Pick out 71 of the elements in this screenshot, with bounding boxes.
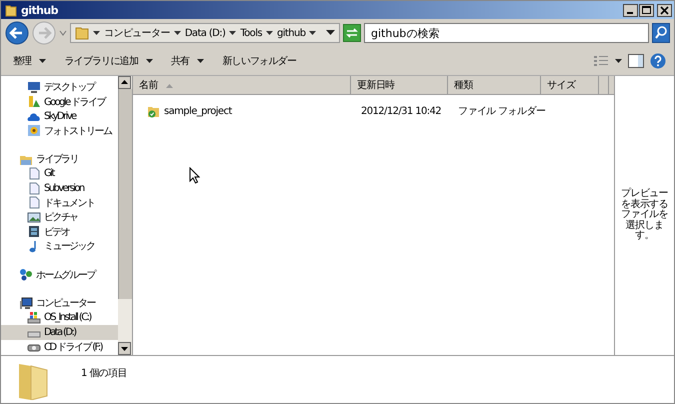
caret-icon[interactable] — [326, 30, 335, 36]
dropdown-icon[interactable] — [59, 29, 67, 37]
sidebar-item[interactable]: ホームグループ — [1, 268, 118, 282]
breadcrumb-item[interactable]: コンピューター — [104, 26, 170, 40]
window-title: github — [21, 4, 58, 16]
picture-icon — [27, 210, 41, 224]
toolbar-button[interactable]: 整理 — [7, 52, 52, 70]
close-icon[interactable] — [657, 4, 672, 16]
scrollbar[interactable] — [118, 76, 132, 355]
photo-icon — [27, 124, 41, 138]
caret-icon[interactable] — [174, 30, 181, 36]
minimize-icon[interactable] — [623, 4, 638, 16]
folder-icon — [5, 4, 17, 16]
breadcrumb-item[interactable]: Data (D:) — [184, 28, 226, 38]
preview-message: プレビューを表示するファイルを選択します。 — [620, 189, 669, 242]
sidebar-item[interactable]: ドキュメント — [1, 196, 118, 210]
scroll-down-icon[interactable] — [118, 342, 131, 355]
breadcrumb-item[interactable]: github — [276, 28, 306, 38]
file-name[interactable]: sample_project — [164, 106, 232, 116]
sidebar-item[interactable]: ピクチャ — [1, 210, 118, 224]
search-icon[interactable] — [652, 23, 670, 43]
doc-icon — [27, 182, 41, 195]
caret-icon — [197, 58, 204, 64]
video-icon — [27, 225, 41, 238]
doc-icon — [27, 167, 41, 180]
homegroup-icon — [19, 268, 33, 282]
caret-icon — [39, 58, 46, 64]
caret-icon[interactable] — [93, 30, 100, 36]
column-header[interactable]: 種類 — [448, 76, 541, 94]
table-cell: 2012/12/31 10:42 — [361, 106, 442, 116]
cursor-icon — [189, 167, 200, 184]
search-field[interactable]: githubの検索 — [364, 23, 649, 43]
help-icon[interactable] — [650, 53, 666, 69]
sidebar-item[interactable]: OS_Install (C:) — [1, 310, 118, 325]
desktop-icon — [27, 80, 41, 94]
back-icon[interactable] — [5, 21, 29, 45]
toolbar-button[interactable]: 新しいフォルダー — [216, 52, 302, 70]
toolbar-button[interactable]: ライブラリに追加 — [58, 52, 160, 70]
caret-icon[interactable] — [309, 30, 316, 36]
scroll-up-icon[interactable] — [118, 76, 131, 89]
caret-icon — [146, 58, 154, 64]
caret-icon[interactable] — [615, 58, 622, 64]
column-header[interactable]: 更新日時 — [351, 76, 448, 94]
sidebar-item[interactable]: Subversion — [1, 181, 118, 196]
column-header[interactable]: 名前 — [133, 76, 351, 94]
folder-icon — [75, 26, 89, 40]
sidebar-item[interactable]: SkyDrive — [1, 109, 118, 124]
caret-icon[interactable] — [229, 30, 236, 36]
sidebar-item[interactable]: Google ドライブ — [1, 94, 118, 109]
sidebar-item[interactable]: CD ドライブ (F:) — [1, 340, 118, 354]
folder-icon — [147, 104, 160, 118]
status-text: 1 個の項目 — [81, 367, 127, 380]
doc-icon — [27, 196, 41, 210]
address-bar[interactable]: コンピューター Data (D:) Tools github — [70, 23, 340, 43]
maximize-icon[interactable] — [639, 4, 654, 16]
refresh-icon[interactable] — [343, 24, 361, 42]
sidebar-item[interactable]: ミュージック — [1, 239, 118, 254]
breadcrumb-item[interactable]: Tools — [240, 28, 262, 38]
preview-pane-icon[interactable] — [628, 54, 644, 68]
toolbar-button[interactable]: 共有 — [165, 52, 210, 70]
computer-icon — [19, 296, 33, 310]
column-header[interactable]: サイズ — [541, 76, 599, 94]
sidebar-item[interactable]: ビデオ — [1, 224, 118, 239]
sidebar-item[interactable]: Git — [1, 166, 118, 181]
sidebar-item[interactable]: コンピューター — [1, 296, 118, 310]
table-cell-text: ファイル フォルダー — [458, 105, 546, 118]
sidebar-item[interactable]: デスクトップ — [1, 80, 118, 94]
sidebar-item[interactable]: フォトストリーム — [1, 124, 118, 138]
caret-icon[interactable] — [266, 30, 273, 36]
sidebar-item[interactable]: Data (D:) — [1, 325, 118, 340]
sidebar-item[interactable]: ライブラリ — [1, 152, 118, 166]
